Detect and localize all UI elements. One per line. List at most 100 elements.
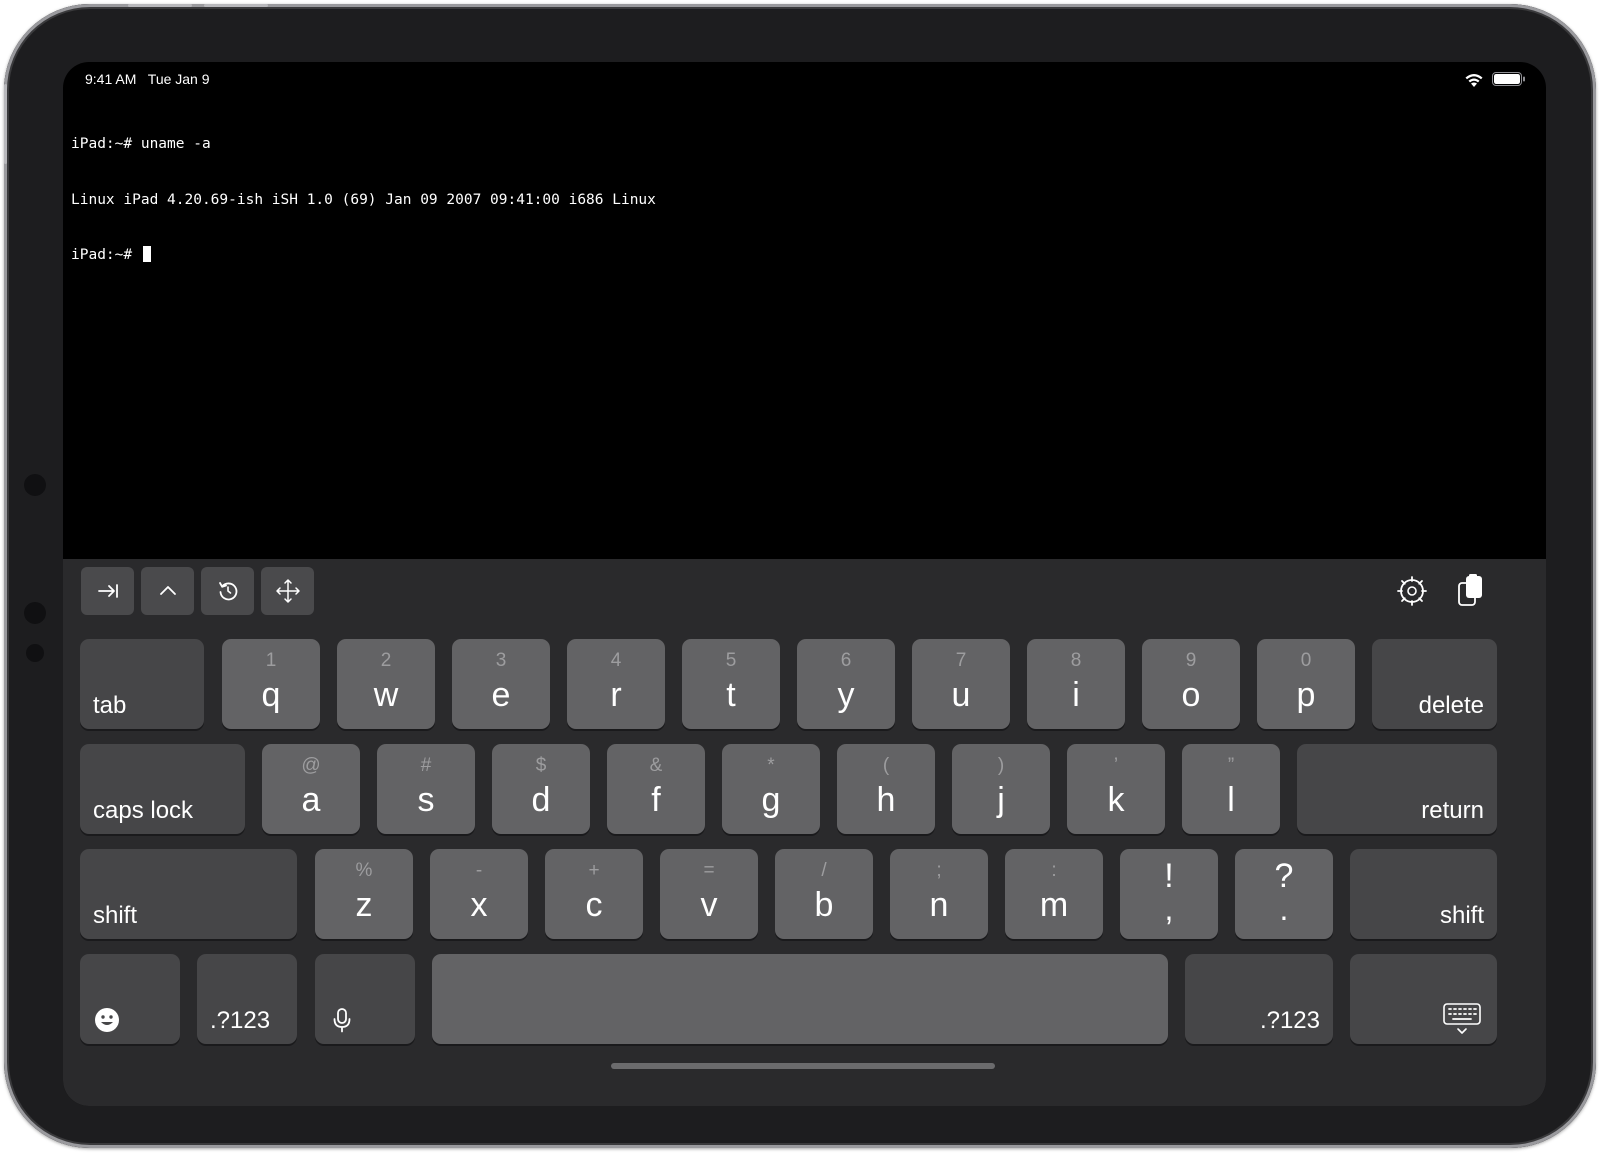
key-e[interactable]: 3e xyxy=(452,639,550,729)
key-k[interactable]: ’ k xyxy=(1067,744,1165,834)
key-main: i xyxy=(1072,676,1080,714)
emoji-key[interactable] xyxy=(80,954,180,1044)
key-main: q xyxy=(261,676,281,714)
paste-icon xyxy=(1458,574,1482,606)
key-sub: / xyxy=(821,860,827,881)
key-sub: 5 xyxy=(725,650,737,671)
key-question-period[interactable]: ?. xyxy=(1235,849,1333,939)
terminal-output[interactable]: iPad:~# uname -a Linux iPad 4.20.69-ish … xyxy=(71,98,1538,618)
shift-key-label: shift xyxy=(93,902,138,929)
key-o[interactable]: 9o xyxy=(1142,639,1240,729)
key-j[interactable]: ) j xyxy=(952,744,1050,834)
key-sub: - xyxy=(475,860,483,881)
shift-key-left[interactable]: shift xyxy=(80,849,297,939)
shift-key-right[interactable]: shift xyxy=(1350,849,1497,939)
microphone-icon xyxy=(333,1008,351,1033)
key-main: o xyxy=(1181,676,1201,714)
key-top-symbol: ! xyxy=(1164,857,1174,895)
key-l[interactable]: ” l xyxy=(1182,744,1280,834)
key-sub: 6 xyxy=(840,650,852,671)
key-main: n xyxy=(929,886,949,924)
key-p[interactable]: 0p xyxy=(1257,639,1355,729)
key-sub: ’ xyxy=(1113,755,1119,776)
settings-button[interactable] xyxy=(1394,571,1430,611)
camera-sensor-dot xyxy=(26,644,44,662)
history-icon xyxy=(218,582,237,601)
key-v[interactable]: = v xyxy=(660,849,758,939)
dictation-key[interactable] xyxy=(315,954,415,1044)
arrow-keys-button[interactable] xyxy=(261,567,314,615)
terminal-line: iPad:~# uname -a xyxy=(71,136,211,152)
terminal-line: Linux iPad 4.20.69-ish iSH 1.0 (69) Jan … xyxy=(71,191,656,208)
key-r[interactable]: 4r xyxy=(567,639,665,729)
key-q[interactable]: 1q xyxy=(222,639,320,729)
key-n[interactable]: ; n xyxy=(890,849,988,939)
key-main: s xyxy=(417,781,435,819)
key-main: h xyxy=(876,781,896,819)
key-m[interactable]: :m xyxy=(1005,849,1103,939)
key-main: u xyxy=(951,676,971,714)
caps-lock-key[interactable]: caps lock xyxy=(80,744,245,834)
key-main: j xyxy=(997,781,1005,819)
terminal-prompt-line: iPad:~# xyxy=(71,246,1538,265)
key-u[interactable]: 7u xyxy=(912,639,1010,729)
camera-sensor-dot xyxy=(24,602,46,624)
key-w[interactable]: 2w xyxy=(337,639,435,729)
key-main: b xyxy=(814,886,834,924)
terminal-prompt: iPad:~# xyxy=(71,247,141,263)
key-main: f xyxy=(651,781,661,819)
key-main: x xyxy=(470,886,488,924)
key-main: y xyxy=(837,676,855,714)
key-main: l xyxy=(1227,781,1235,819)
key-sub: ; xyxy=(936,860,942,881)
wifi-icon xyxy=(1465,74,1483,87)
return-key[interactable]: return xyxy=(1297,744,1497,834)
paste-button[interactable] xyxy=(1453,571,1489,611)
tab-key-label: tab xyxy=(93,692,127,719)
key-main: e xyxy=(491,676,511,714)
key-g[interactable]: * g xyxy=(722,744,820,834)
key-y[interactable]: 6y xyxy=(797,639,895,729)
key-top-symbol: ? xyxy=(1274,857,1294,895)
ipad-frame: 9:41 AM Tue Jan 9 iPad:~# uname -a Linux… xyxy=(4,4,1596,1148)
key-c[interactable]: + c xyxy=(545,849,643,939)
key-x[interactable]: -x xyxy=(430,849,528,939)
control-key-button[interactable] xyxy=(141,567,194,615)
key-i[interactable]: 8i xyxy=(1027,639,1125,729)
key-z[interactable]: % z xyxy=(315,849,413,939)
keyboard-dismiss-icon xyxy=(1443,1003,1481,1034)
key-bottom-symbol: . xyxy=(1279,891,1289,927)
key-a[interactable]: @ a xyxy=(262,744,360,834)
numbers-key-left[interactable]: .?123 xyxy=(197,954,297,1044)
key-h[interactable]: (h xyxy=(837,744,935,834)
key-sub: 9 xyxy=(1185,650,1197,671)
key-exclamation-comma[interactable]: !, xyxy=(1120,849,1218,939)
key-s[interactable]: # s xyxy=(377,744,475,834)
volume-down-button xyxy=(204,4,268,7)
key-main: z xyxy=(355,886,373,924)
delete-key[interactable]: delete xyxy=(1372,639,1497,729)
numbers-key-label: .?123 xyxy=(210,1007,271,1034)
volume-up-button xyxy=(128,4,192,7)
dismiss-keyboard-key[interactable] xyxy=(1350,954,1497,1044)
home-indicator[interactable] xyxy=(611,1063,995,1069)
key-main: a xyxy=(301,781,321,819)
tab-key[interactable]: tab xyxy=(80,639,204,729)
key-main: g xyxy=(761,781,781,819)
key-sub: & xyxy=(649,755,663,776)
return-key-label: return xyxy=(1421,797,1484,824)
tab-key-button[interactable] xyxy=(81,567,134,615)
numbers-key-right[interactable]: .?123 xyxy=(1185,954,1333,1044)
escape-key-button[interactable] xyxy=(201,567,254,615)
key-sub: + xyxy=(588,860,600,881)
key-sub: ” xyxy=(1227,755,1235,776)
key-d[interactable]: $ d xyxy=(492,744,590,834)
key-main: d xyxy=(531,781,551,819)
key-bottom-symbol: , xyxy=(1164,891,1174,927)
top-button xyxy=(4,84,7,164)
delete-key-label: delete xyxy=(1418,692,1484,719)
key-t[interactable]: 5t xyxy=(682,639,780,729)
space-bar[interactable] xyxy=(432,954,1168,1044)
key-f[interactable]: & f xyxy=(607,744,705,834)
key-b[interactable]: / b xyxy=(775,849,873,939)
